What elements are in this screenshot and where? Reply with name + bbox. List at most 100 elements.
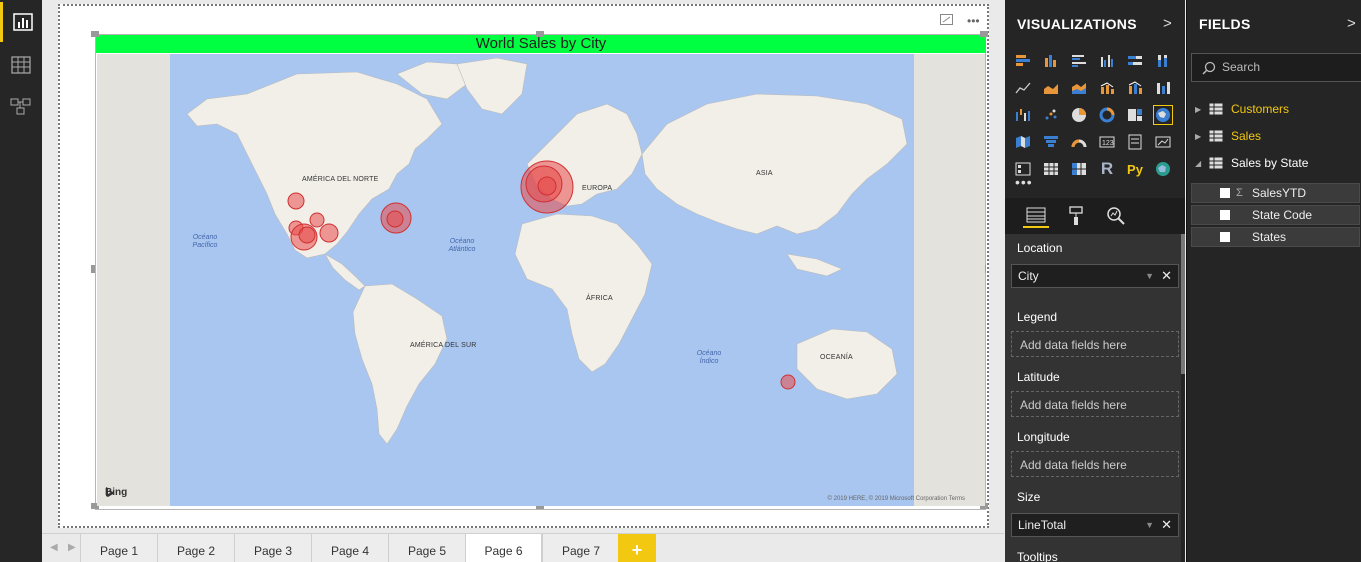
collapse-caret-icon[interactable]: ◢: [1195, 159, 1201, 168]
resize-handle[interactable]: [91, 265, 95, 273]
fields-search-input[interactable]: Search: [1191, 53, 1361, 82]
left-nav: [0, 0, 42, 562]
tooltips-well-label: Tooltips: [1017, 550, 1058, 562]
search-placeholder: Search: [1222, 60, 1261, 74]
world-map[interactable]: AMÉRICA DEL NORTE AMÉRICA DEL SUR EUROPA…: [97, 54, 985, 506]
fields-title: FIELDS: [1199, 16, 1251, 32]
bubble-city: [319, 223, 339, 243]
100-column-chart-icon[interactable]: [1153, 51, 1173, 71]
map-label-south-america: AMÉRICA DEL SUR: [410, 342, 477, 349]
kpi-icon[interactable]: [1153, 132, 1173, 152]
report-page: ••• World Sales by City AMÉRICA DEL NORT…: [58, 4, 989, 528]
field-state-code[interactable]: State Code: [1191, 205, 1360, 225]
size-well[interactable]: LineTotal ▼ ✕: [1011, 513, 1179, 537]
treemap-icon[interactable]: [1125, 105, 1145, 125]
line-stacked-column-icon[interactable]: [1125, 78, 1145, 98]
longitude-well-dropzone[interactable]: Add data fields here: [1011, 451, 1179, 477]
resize-handle[interactable]: [91, 31, 99, 37]
table-name: Sales: [1231, 129, 1262, 143]
card-icon[interactable]: 123: [1097, 132, 1117, 152]
donut-chart-icon[interactable]: [1097, 105, 1117, 125]
remove-field-icon[interactable]: ✕: [1161, 514, 1172, 536]
table-icon[interactable]: [1041, 159, 1061, 179]
table-customers[interactable]: ▶ Customers: [1195, 102, 1289, 116]
funnel-icon[interactable]: [1041, 132, 1061, 152]
clustered-bar-chart-icon[interactable]: [1069, 51, 1089, 71]
page-tab-7[interactable]: Page 7: [542, 534, 619, 562]
analytics-magnifier-icon[interactable]: [1103, 204, 1129, 228]
add-page-button[interactable]: +: [618, 534, 656, 562]
clustered-column-chart-icon[interactable]: [1097, 51, 1117, 71]
field-wells: Location City ▼ ✕ Legend Add data fields…: [1005, 234, 1181, 562]
bubble-city: [537, 176, 557, 196]
remove-field-icon[interactable]: ✕: [1161, 265, 1172, 287]
python-visual-icon[interactable]: Py: [1125, 159, 1145, 179]
100-bar-chart-icon[interactable]: [1125, 51, 1145, 71]
map-credit: © 2019 HERE, © 2019 Microsoft Corporatio…: [827, 496, 965, 502]
matrix-icon[interactable]: [1069, 159, 1089, 179]
bing-logo: Bing: [105, 487, 127, 498]
multi-row-card-icon[interactable]: [1125, 132, 1145, 152]
stacked-area-chart-icon[interactable]: [1069, 78, 1089, 98]
map-label-atlantic: Océano Atlántico: [448, 238, 476, 253]
table-sales-by-state[interactable]: ◢ Sales by State: [1195, 156, 1308, 170]
bubble-city: [386, 210, 404, 228]
page-tab-5[interactable]: Page 5: [388, 534, 465, 562]
bubble-city: [298, 226, 316, 244]
data-view-icon[interactable]: [0, 45, 42, 85]
field-states[interactable]: States: [1191, 227, 1360, 247]
pie-chart-icon[interactable]: [1069, 105, 1089, 125]
report-view-icon[interactable]: [0, 2, 42, 42]
expand-caret-icon[interactable]: ▶: [1195, 105, 1201, 114]
scatter-chart-icon[interactable]: [1041, 105, 1061, 125]
more-options-icon[interactable]: •••: [967, 14, 980, 28]
map-label-pacific: Océano Pacífico: [192, 234, 218, 249]
field-checkbox[interactable]: [1220, 188, 1230, 198]
more-visuals-icon[interactable]: •••: [1015, 174, 1033, 190]
map-label-europe: EUROPA: [582, 185, 613, 192]
line-chart-icon[interactable]: [1013, 78, 1033, 98]
location-well[interactable]: City ▼ ✕: [1011, 264, 1179, 288]
field-checkbox[interactable]: [1220, 210, 1230, 220]
scroll-right-icon[interactable]: ▶: [68, 542, 76, 553]
waterfall-chart-icon[interactable]: [1013, 105, 1033, 125]
bubble-city: [287, 192, 305, 210]
collapse-fields-icon[interactable]: >: [1347, 15, 1356, 32]
map-visual-icon[interactable]: [1153, 105, 1173, 125]
chevron-down-icon[interactable]: ▼: [1145, 514, 1154, 536]
arcgis-map-icon[interactable]: [1153, 159, 1173, 179]
stacked-bar-chart-icon[interactable]: [1013, 51, 1033, 71]
r-visual-icon[interactable]: R: [1097, 159, 1117, 179]
area-chart-icon[interactable]: [1041, 78, 1061, 98]
focus-mode-icon[interactable]: [940, 14, 953, 28]
wells-scrollbar[interactable]: [1181, 234, 1185, 374]
legend-well-label: Legend: [1017, 310, 1058, 324]
filled-map-icon[interactable]: [1013, 132, 1033, 152]
field-label: SalesYTD: [1252, 186, 1307, 200]
gauge-icon[interactable]: [1069, 132, 1089, 152]
collapse-visualizations-icon[interactable]: >: [1163, 15, 1172, 32]
table-sales[interactable]: ▶ Sales: [1195, 129, 1261, 143]
field-checkbox[interactable]: [1220, 232, 1230, 242]
format-paint-roller-icon[interactable]: [1063, 204, 1089, 228]
page-tab-1[interactable]: Page 1: [80, 534, 157, 562]
expand-caret-icon[interactable]: ▶: [1195, 132, 1201, 141]
scroll-left-icon[interactable]: ◀: [50, 542, 58, 553]
latitude-well-dropzone[interactable]: Add data fields here: [1011, 391, 1179, 417]
page-tab-2[interactable]: Page 2: [157, 534, 234, 562]
page-tab-4[interactable]: Page 4: [311, 534, 388, 562]
legend-well-dropzone[interactable]: Add data fields here: [1011, 331, 1179, 357]
fields-tab-icon[interactable]: [1023, 204, 1049, 228]
resize-handle[interactable]: [536, 31, 544, 37]
sigma-icon: Σ: [1236, 187, 1243, 199]
chevron-down-icon[interactable]: ▼: [1145, 265, 1154, 287]
resize-handle[interactable]: [980, 31, 988, 37]
map-label-africa: ÁFRICA: [586, 295, 613, 302]
page-tab-6[interactable]: Page 6: [465, 534, 542, 562]
stacked-column-chart-icon[interactable]: [1041, 51, 1061, 71]
page-tab-3[interactable]: Page 3: [234, 534, 311, 562]
line-column-chart-icon[interactable]: [1097, 78, 1117, 98]
model-view-icon[interactable]: [0, 86, 42, 126]
field-salesytd[interactable]: Σ SalesYTD: [1191, 183, 1360, 203]
ribbon-chart-icon[interactable]: [1153, 78, 1173, 98]
